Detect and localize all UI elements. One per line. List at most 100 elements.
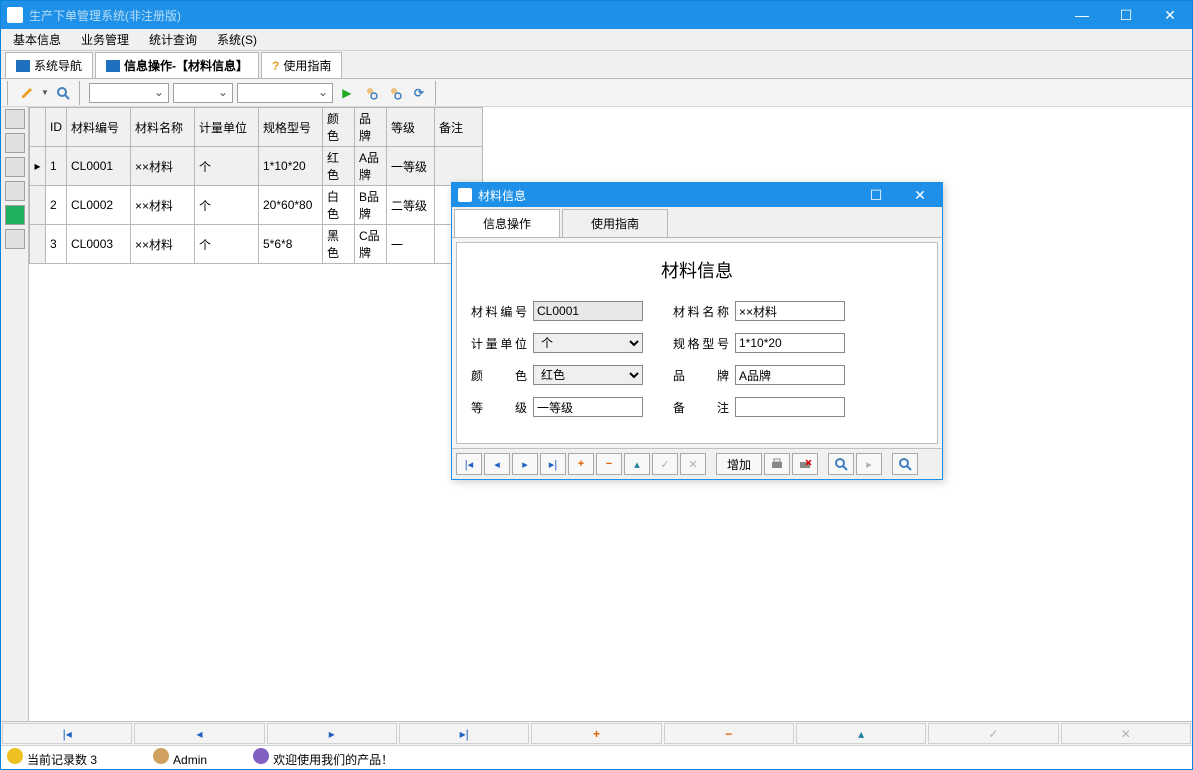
label-name: 材料名称 <box>673 303 729 320</box>
dialog-title: 材料信息 <box>478 187 526 204</box>
search-button[interactable] <box>53 83 73 103</box>
print-button[interactable] <box>764 453 790 475</box>
nav-cancel-button[interactable]: ✕ <box>680 453 706 475</box>
bn-add[interactable]: + <box>531 723 661 744</box>
side-btn-5[interactable] <box>5 205 25 225</box>
print-cancel-button[interactable] <box>792 453 818 475</box>
status-icon <box>7 748 23 764</box>
dialog-close-button[interactable]: ✕ <box>898 183 942 207</box>
col-spec[interactable]: 规格型号 <box>259 108 323 147</box>
sidebar <box>1 107 29 721</box>
bn-prev[interactable]: ◂ <box>134 723 264 744</box>
col-name[interactable]: 材料名称 <box>131 108 195 147</box>
title-bar: 生产下单管理系统(非注册版) ― ☐ ✕ <box>1 1 1192 29</box>
dialog-tab-guide[interactable]: 使用指南 <box>562 209 668 237</box>
bn-last[interactable]: ▸| <box>399 723 529 744</box>
select-color[interactable]: 红色 <box>533 365 643 385</box>
menu-stats[interactable]: 统计查询 <box>141 29 205 50</box>
input-code[interactable] <box>533 301 643 321</box>
nav-check-button[interactable]: ✓ <box>652 453 678 475</box>
bn-cancel[interactable]: ✕ <box>1061 723 1191 744</box>
tab-system-nav[interactable]: 系统导航 <box>5 52 93 78</box>
filter-op-combo[interactable] <box>173 83 233 103</box>
side-btn-1[interactable] <box>5 109 25 129</box>
label-spec: 规格型号 <box>673 335 729 352</box>
input-grade[interactable] <box>533 397 643 417</box>
record-count: 3 <box>90 753 97 767</box>
input-name[interactable] <box>735 301 845 321</box>
dialog-heading: 材料信息 <box>471 257 923 283</box>
bn-first[interactable]: |◂ <box>2 723 132 744</box>
input-brand[interactable] <box>735 365 845 385</box>
label-brand: 品 牌 <box>673 367 729 384</box>
window-icon <box>16 60 30 72</box>
nav-up-button[interactable]: ▴ <box>624 453 650 475</box>
tab-info-operation[interactable]: 信息操作-【材料信息】 <box>95 52 259 78</box>
nav-next-button[interactable]: ▸ <box>512 453 538 475</box>
tab-bar: 系统导航 信息操作-【材料信息】 ?使用指南 <box>1 51 1192 79</box>
zoom2-button[interactable] <box>892 453 918 475</box>
materials-table: ID 材料编号 材料名称 计量单位 规格型号 颜色 品牌 等级 备注 ▸ 1CL… <box>29 107 483 264</box>
find-user2-button[interactable] <box>385 83 405 103</box>
col-unit[interactable]: 计量单位 <box>195 108 259 147</box>
dialog-tab-info[interactable]: 信息操作 <box>454 209 560 237</box>
label-unit: 计量单位 <box>471 335 527 352</box>
input-remark[interactable] <box>735 397 845 417</box>
dialog-title-bar[interactable]: 材料信息 ☐ ✕ <box>452 183 942 207</box>
col-color[interactable]: 颜色 <box>323 108 355 147</box>
filter-field-combo[interactable] <box>89 83 169 103</box>
window-title: 生产下单管理系统(非注册版) <box>29 7 1060 24</box>
nav-delete-button[interactable]: − <box>596 453 622 475</box>
dialog-maximize-button[interactable]: ☐ <box>854 183 898 207</box>
filter-value-combo[interactable] <box>237 83 333 103</box>
nav-last-button[interactable]: ▸| <box>540 453 566 475</box>
side-btn-3[interactable] <box>5 157 25 177</box>
record-count-label: 当前记录数 <box>27 753 87 767</box>
side-btn-4[interactable] <box>5 181 25 201</box>
side-btn-6[interactable] <box>5 229 25 249</box>
tab-user-guide[interactable]: ?使用指南 <box>261 52 342 78</box>
menu-business[interactable]: 业务管理 <box>73 29 137 50</box>
table-row[interactable]: ▸ 1CL0001××材料个1*10*20红色A品牌一等级 <box>30 147 483 186</box>
nav-prev-button[interactable]: ◂ <box>484 453 510 475</box>
run-button[interactable]: ▶ <box>337 83 357 103</box>
bn-check[interactable]: ✓ <box>928 723 1058 744</box>
zoom-button[interactable] <box>828 453 854 475</box>
col-brand[interactable]: 品牌 <box>355 108 387 147</box>
menu-system[interactable]: 系统(S) <box>209 29 265 50</box>
refresh-button[interactable]: ⟳ <box>409 83 429 103</box>
app-icon <box>7 7 23 23</box>
add-button[interactable]: 增加 <box>716 453 762 475</box>
main-area: ID 材料编号 材料名称 计量单位 规格型号 颜色 品牌 等级 备注 ▸ 1CL… <box>1 107 1192 721</box>
bn-next[interactable]: ▸ <box>267 723 397 744</box>
edit-dropdown-icon[interactable]: ▼ <box>41 88 49 97</box>
dialog-icon <box>458 188 472 202</box>
col-grade[interactable]: 等级 <box>387 108 435 147</box>
play-button[interactable]: ▸ <box>856 453 882 475</box>
side-btn-2[interactable] <box>5 133 25 153</box>
maximize-button[interactable]: ☐ <box>1104 1 1148 29</box>
nav-add-button[interactable]: + <box>568 453 594 475</box>
col-code[interactable]: 材料编号 <box>67 108 131 147</box>
help-icon: ? <box>272 59 279 73</box>
nav-first-button[interactable]: |◂ <box>456 453 482 475</box>
close-button[interactable]: ✕ <box>1148 1 1192 29</box>
bn-up[interactable]: ▴ <box>796 723 926 744</box>
toolbar: ▼ ▶ ⟳ <box>1 79 1192 107</box>
bn-delete[interactable]: − <box>664 723 794 744</box>
user-icon <box>153 748 169 764</box>
menu-basic[interactable]: 基本信息 <box>5 29 69 50</box>
grid-icon <box>106 60 120 72</box>
col-id[interactable]: ID <box>46 108 67 147</box>
input-spec[interactable] <box>735 333 845 353</box>
cube-icon <box>253 748 269 764</box>
table-row[interactable]: 3CL0003××材料个5*6*8黑色C品牌一 <box>30 225 483 264</box>
find-user1-button[interactable] <box>361 83 381 103</box>
edit-button[interactable] <box>17 83 37 103</box>
menu-bar: 基本信息 业务管理 统计查询 系统(S) <box>1 29 1192 51</box>
table-row[interactable]: 2CL0002××材料个20*60*80白色B品牌二等级 <box>30 186 483 225</box>
select-unit[interactable]: 个 <box>533 333 643 353</box>
status-user: Admin <box>173 753 207 767</box>
col-remark[interactable]: 备注 <box>435 108 483 147</box>
minimize-button[interactable]: ― <box>1060 1 1104 29</box>
